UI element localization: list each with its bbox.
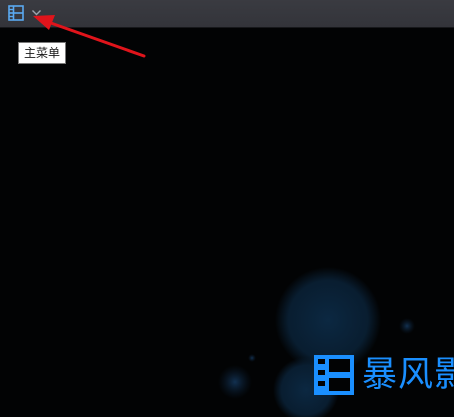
player-window: 主菜单 暴风影 bbox=[0, 0, 454, 417]
brand-name: 暴风影 bbox=[362, 355, 454, 395]
chevron-down-icon[interactable] bbox=[31, 8, 42, 17]
main-menu-tooltip: 主菜单 bbox=[18, 42, 67, 64]
film-grid-icon[interactable] bbox=[8, 5, 24, 21]
title-bar bbox=[0, 0, 454, 28]
film-grid-icon bbox=[314, 355, 354, 395]
